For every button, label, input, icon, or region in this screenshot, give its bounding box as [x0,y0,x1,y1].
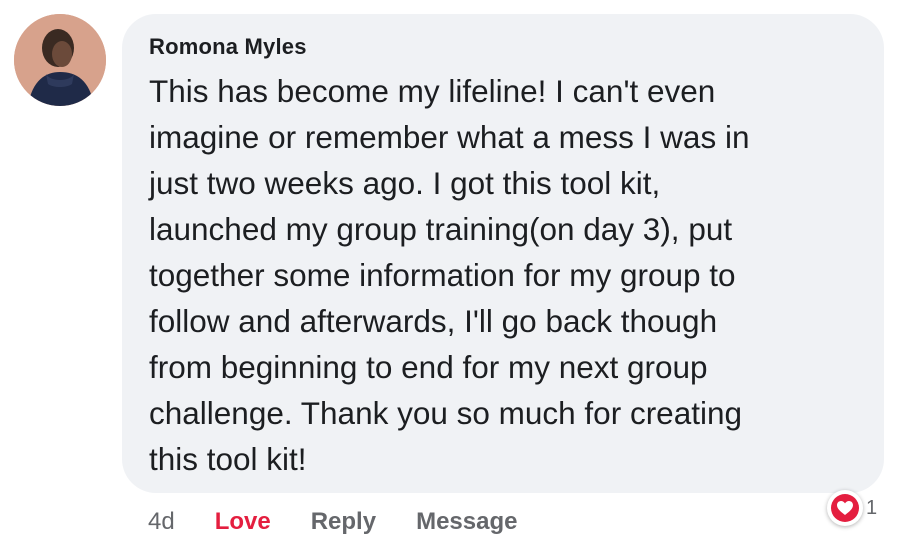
reaction-summary[interactable]: 1 [827,490,877,526]
comment: Romona Myles This has become my lifeline… [0,0,900,550]
reply-button[interactable]: Reply [311,508,376,536]
reaction-count: 1 [866,496,878,519]
profile-photo [14,14,106,106]
comment-bubble: Romona Myles This has become my lifeline… [122,14,884,493]
heart-icon [827,490,863,526]
timestamp[interactable]: 4d [148,508,175,536]
message-button[interactable]: Message [416,508,517,536]
avatar[interactable] [14,14,106,106]
comment-actions: 4d Love Reply Message [148,502,557,542]
comment-text: This has become my lifeline! I can't eve… [149,73,750,477]
author-name[interactable]: Romona Myles [149,32,858,62]
love-button[interactable]: Love [215,508,271,536]
